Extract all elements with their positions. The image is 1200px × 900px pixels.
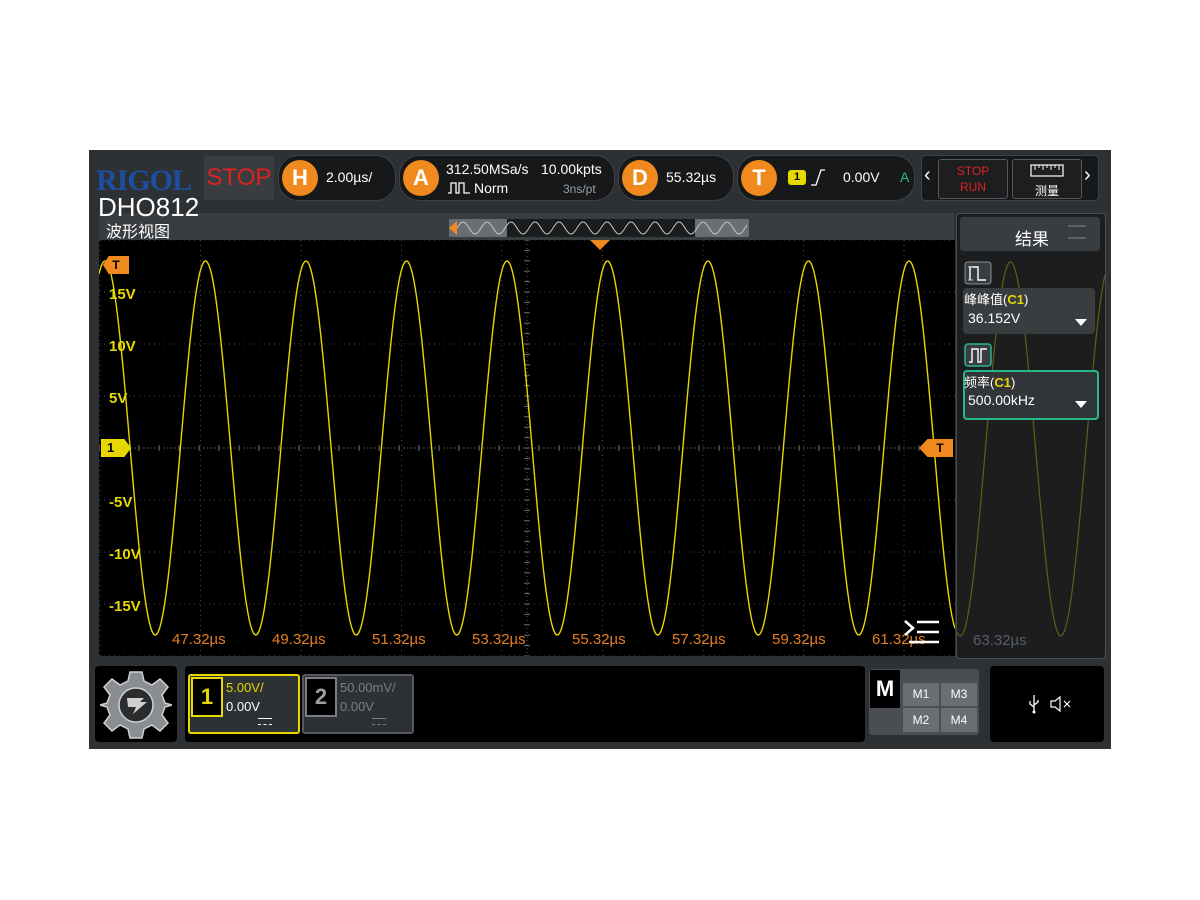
- bottom-bar: 1 5.00V/ 0.00V 2 50.00mV/ 0.00V M M1 M3 …: [89, 663, 1111, 749]
- channel1-number: 1: [191, 677, 223, 717]
- math-m4[interactable]: M4: [941, 708, 977, 732]
- scroll-right-icon[interactable]: ›: [1084, 164, 1091, 187]
- scroll-left-icon[interactable]: ‹: [924, 164, 931, 187]
- waveform-view-titlebar: 波形视图: [99, 213, 954, 241]
- measure-freq-value: 500.00kHz: [968, 392, 1035, 408]
- acquire-mode-icon: [448, 182, 470, 194]
- acquire-panel[interactable]: A 312.50MSa/s 10.00kpts Norm 3ns/pt: [399, 155, 615, 201]
- memory-overview-bar[interactable]: [449, 219, 749, 237]
- usb-icon: [1029, 695, 1039, 714]
- run-stop-button[interactable]: STOP RUN: [938, 159, 1008, 199]
- trigger-source-badge: 1: [788, 170, 806, 185]
- gear-icon: [100, 671, 172, 739]
- trigger-level: 0.00V: [843, 169, 880, 185]
- run-state-indicator[interactable]: STOP: [204, 156, 274, 200]
- measure-vpp-source: C1: [1007, 292, 1024, 307]
- measure-button[interactable]: 测量: [1012, 159, 1082, 199]
- acquire-mode: Norm: [474, 180, 509, 196]
- memory-depth: 10.00kpts: [541, 161, 602, 177]
- measure-freq-label: 频率: [964, 375, 991, 390]
- waveform-grid: [99, 240, 955, 656]
- x-label-1: 49.32µs: [272, 631, 326, 648]
- status-area: [990, 666, 1104, 742]
- y-label-10v: 10V: [109, 338, 136, 355]
- stop-label: STOP: [956, 164, 990, 178]
- measure-name-freq: 频率(C1): [964, 375, 1016, 390]
- x-label-8: 63.32µs: [973, 632, 1027, 649]
- y-label-minus5v: -5V: [109, 494, 133, 511]
- time-resolution: 3ns/pt: [563, 182, 596, 196]
- mute-icon[interactable]: [1050, 696, 1072, 712]
- delay-value: 55.32µs: [666, 169, 717, 185]
- trigger-position-marker[interactable]: [590, 240, 610, 250]
- menu-list-icon[interactable]: [903, 618, 941, 646]
- run-label: RUN: [960, 180, 986, 194]
- measure-vpp-value: 36.152V: [968, 310, 1021, 326]
- x-label-5: 57.32µs: [672, 631, 726, 648]
- dc-coupling-icon: [258, 718, 272, 725]
- overview-left-arrow: [449, 221, 457, 235]
- trigger-panel[interactable]: T 1 0.00V A: [737, 155, 915, 201]
- results-title: 结果: [1015, 230, 1049, 249]
- home-button[interactable]: [95, 666, 177, 742]
- overview-waveform: [457, 221, 747, 235]
- channel1-scale: 5.00V/: [226, 680, 264, 695]
- waveform-plot[interactable]: T 1 T 15V 10V 5V -5V -10V -15V 47.32µs 4…: [99, 240, 955, 656]
- measure-freq-source: C1: [994, 375, 1011, 390]
- math-m3[interactable]: M3: [941, 683, 977, 706]
- math-m1[interactable]: M1: [903, 683, 939, 706]
- x-label-6: 59.32µs: [772, 631, 826, 648]
- channel2-scale: 50.00mV/: [340, 680, 396, 695]
- trigger-status: A: [900, 169, 910, 185]
- dropdown-icon[interactable]: [1075, 401, 1087, 408]
- timebase-value: 2.00µs/: [326, 169, 373, 185]
- horizontal-panel[interactable]: H 2.00µs/: [278, 155, 396, 201]
- dropdown-icon[interactable]: [1075, 319, 1087, 326]
- horizontal-icon: H: [282, 160, 318, 196]
- top-bar: RIGOL DHO812 STOP H 2.00µs/ A 312.50MSa/…: [89, 150, 1111, 220]
- x-label-0: 47.32µs: [172, 631, 226, 648]
- trigger-icon: T: [741, 160, 777, 196]
- ruler-icon: [1030, 164, 1064, 177]
- channel1-card[interactable]: 1 5.00V/ 0.00V: [188, 674, 300, 734]
- measure-name-vpp: 峰峰值(C1): [964, 292, 1029, 307]
- y-label-minus10v: -10V: [109, 546, 141, 563]
- channel1-offset: 0.00V: [226, 699, 260, 714]
- measure-vpp-label: 峰峰值: [964, 292, 1004, 307]
- results-menu-icon[interactable]: [1068, 225, 1086, 239]
- x-label-4: 55.32µs: [572, 631, 626, 648]
- peak-to-peak-icon: [964, 261, 992, 285]
- results-header: 结果: [960, 217, 1100, 251]
- frequency-icon: [964, 343, 992, 367]
- delay-panel[interactable]: D 55.32µs: [618, 155, 734, 201]
- x-label-3: 53.32µs: [472, 631, 526, 648]
- dc-coupling-icon: [372, 718, 386, 725]
- quick-controls: ‹ STOP RUN 测量 ›: [921, 155, 1099, 201]
- math-group: M M1 M3 M2 M4: [869, 669, 979, 735]
- rising-edge-icon: [811, 169, 825, 186]
- math-m2[interactable]: M2: [903, 708, 939, 732]
- measure-label: 测量: [1034, 184, 1059, 198]
- math-label[interactable]: M: [870, 670, 900, 708]
- channel-strip: 1 5.00V/ 0.00V 2 50.00mV/ 0.00V: [185, 666, 865, 742]
- x-label-2: 51.32µs: [372, 631, 426, 648]
- sample-rate: 312.50MSa/s: [446, 161, 529, 177]
- y-label-5v: 5V: [109, 390, 128, 407]
- acquire-icon: A: [403, 160, 439, 196]
- model-name: DHO812: [98, 192, 200, 222]
- delay-icon: D: [622, 160, 658, 196]
- results-panel: 结果 峰峰值(C1) 36.152V 频率(C1) 500.00kHz 63.3…: [956, 213, 1106, 659]
- channel2-offset: 0.00V: [340, 699, 374, 714]
- y-label-15v: 15V: [109, 286, 136, 303]
- y-label-minus15v: -15V: [109, 598, 141, 615]
- channel2-card[interactable]: 2 50.00mV/ 0.00V: [302, 674, 414, 734]
- channel2-number: 2: [305, 677, 337, 717]
